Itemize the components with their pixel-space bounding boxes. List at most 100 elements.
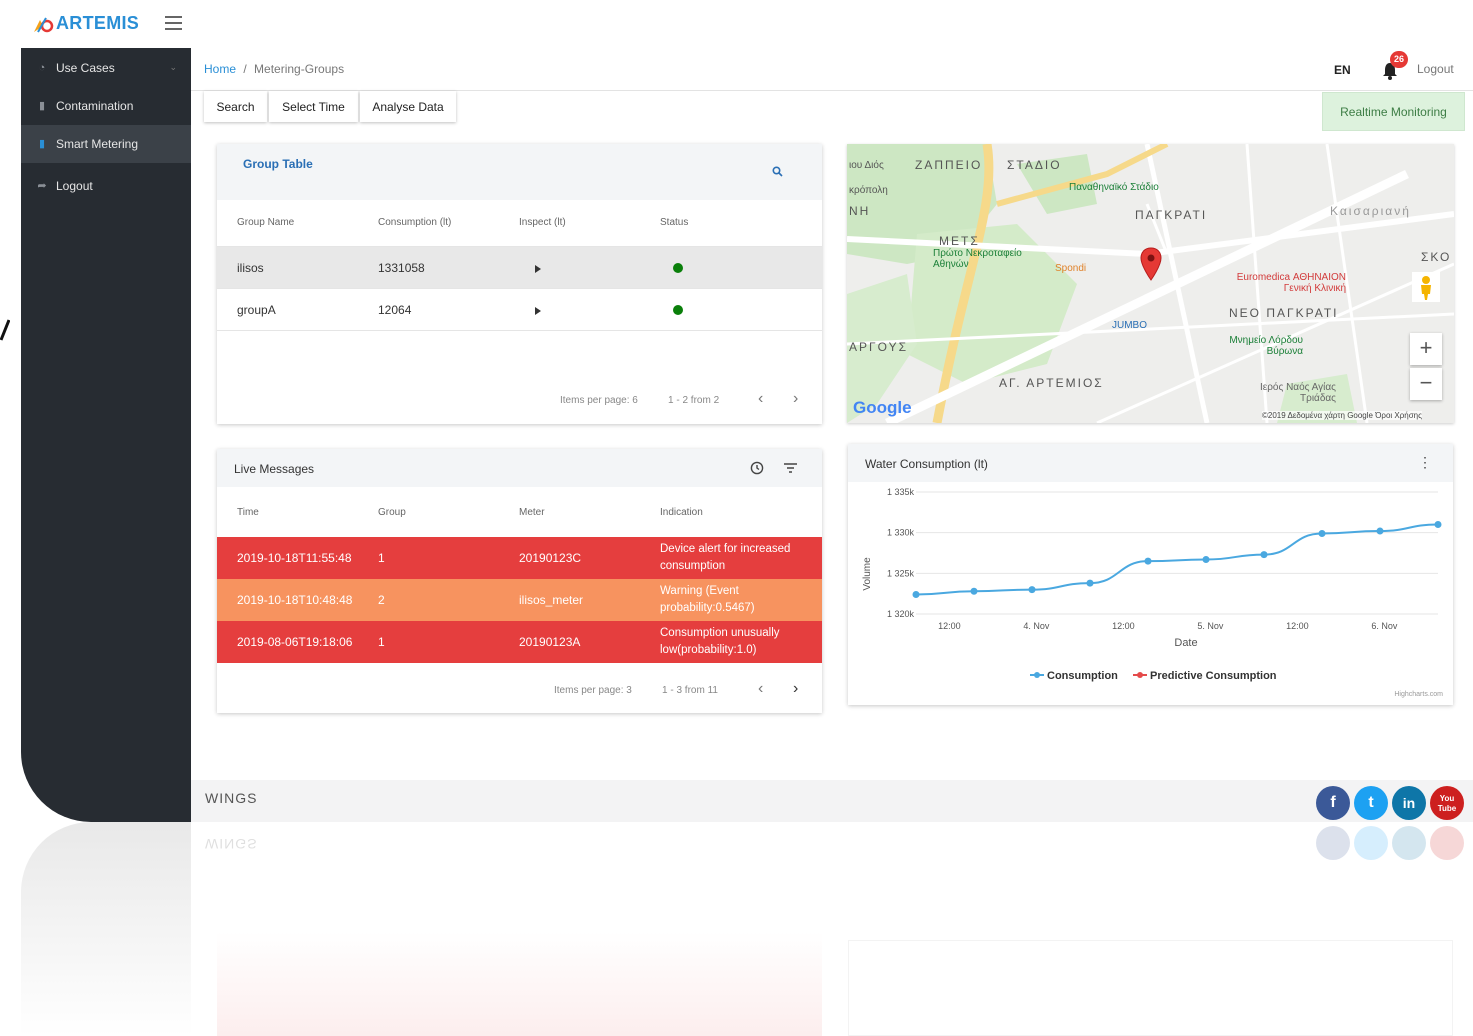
map-marker-icon[interactable] (1140, 247, 1162, 281)
sidebar: ◔ Use Cases ⌄ ▮ Contamination ▮ Smart Me… (21, 48, 191, 822)
select-time-button[interactable]: Select Time (269, 91, 358, 122)
app-logo[interactable]: ARTEMIS (32, 12, 139, 34)
sidebar-item-use-cases[interactable]: ◔ Use Cases ⌄ (21, 49, 191, 87)
logout-link[interactable]: Logout (1417, 62, 1454, 76)
map-poi[interactable]: Ιερός Ναός Αγίας Τριάδας (1250, 382, 1336, 404)
facebook-icon-reflection (1316, 826, 1350, 860)
sidebar-item-label: Use Cases (56, 61, 115, 75)
app-name: ARTEMIS (56, 12, 140, 33)
status-dot (673, 305, 683, 315)
live-messages-title: Live Messages (234, 462, 315, 476)
chart-x-ticks: 12:00 4. Nov 12:00 5. Nov 12:00 6. Nov (938, 621, 1398, 631)
search-button[interactable]: Search (204, 91, 267, 122)
zoom-in-button[interactable]: + (1410, 333, 1442, 365)
menu-toggle-icon[interactable] (165, 16, 182, 30)
analyse-data-button[interactable]: Analyse Data (360, 91, 456, 122)
search-icon[interactable] (772, 166, 783, 177)
column-header[interactable]: Indication (660, 507, 703, 518)
column-header[interactable]: Group (378, 507, 406, 518)
group-name-cell: groupA (237, 303, 276, 317)
twitter-icon-reflection (1354, 826, 1388, 860)
next-page-icon[interactable]: › (793, 680, 798, 698)
map-poi[interactable]: Spondi (1055, 263, 1086, 274)
clock-icon[interactable] (750, 461, 764, 475)
map-poi[interactable]: Πρώτο Νεκροταφείο Αθηνών (933, 248, 1043, 270)
chart-data-point (1144, 557, 1152, 565)
page-reflection (217, 932, 822, 1036)
bar-chart-icon: ▮ (38, 138, 46, 150)
sidebar-item-label: Smart Metering (56, 137, 139, 151)
column-header[interactable]: Meter (519, 507, 545, 518)
message-row[interactable]: 2019-10-18T10:48:48 2 ilisos_meter Warni… (217, 579, 822, 621)
column-header[interactable]: Inspect (lt) (519, 217, 566, 228)
chart-data-point (1376, 527, 1384, 535)
facebook-icon[interactable]: f (1316, 786, 1350, 820)
map-view[interactable]: ΖΑΠΠΕΙΟ ΣΤΑΔΙΟ ΠΑΓΚΡΑΤΙ ΜΕΤΣ ΑΡΓΟΥΣ ΑΓ. … (847, 144, 1454, 423)
sidebar-item-smart-metering[interactable]: ▮ Smart Metering (21, 125, 191, 163)
group-table-title: Group Table (243, 157, 313, 171)
map-poi[interactable]: κρόπολη (849, 185, 888, 196)
breadcrumb-home-link[interactable]: Home (204, 62, 236, 76)
filter-icon[interactable] (784, 463, 797, 473)
sidebar-item-logout[interactable]: ➦ Logout (21, 167, 191, 205)
map-poi[interactable]: ΝΗ (849, 204, 870, 218)
street-view-pegman-icon[interactable] (1412, 272, 1440, 302)
play-icon[interactable] (535, 307, 541, 315)
breadcrumb: Home / Metering-Groups (204, 62, 344, 76)
map-poi[interactable]: JUMBO (1112, 320, 1147, 331)
more-menu-icon[interactable]: ⋮ (1418, 454, 1432, 471)
top-bar: ARTEMIS (0, 0, 1473, 48)
language-selector[interactable]: EN (1334, 63, 1351, 77)
map-poi[interactable]: ιου Διός (849, 160, 884, 171)
group-table-card: Group Table Group Name Consumption (lt) … (217, 144, 822, 424)
consumption-chart: 1 320k1 325k1 330k1 335k 12:00 4. Nov 12:0… (862, 487, 1443, 698)
indication-cell: Consumption unusually low(probability:1.… (660, 627, 780, 656)
items-per-page[interactable]: Items per page: 3 (554, 685, 632, 696)
items-per-page[interactable]: Items per page: 6 (560, 395, 638, 406)
meter-cell: ilisos_meter (519, 593, 584, 607)
map-poi[interactable]: Μνημείο Λόρδου Βύρωνα (1215, 335, 1303, 357)
map-poi[interactable]: Euromedica ΑΘΗΝΑΙΟΝ Γενική Κλινική (1226, 272, 1346, 294)
table-row[interactable]: ilisos 1331058 (217, 247, 822, 289)
card-header: Live Messages (217, 449, 822, 487)
legend-item-label: Consumption (1047, 670, 1118, 682)
message-row[interactable]: 2019-08-06T19:18:06 1 20190123A Consumpt… (217, 621, 822, 663)
decorative-glyph (0, 319, 10, 341)
time-cell: 2019-08-06T19:18:06 (237, 635, 353, 649)
chart-x-tick-label: 12:00 (1112, 621, 1135, 631)
chart-card-title: Water Consumption (lt) (865, 457, 988, 471)
column-header[interactable]: Group Name (237, 217, 294, 228)
chart-x-tick-label: 12:00 (1286, 621, 1309, 631)
map-label: ΣΤΑΔΙΟ (1007, 158, 1062, 172)
twitter-icon[interactable]: t (1354, 786, 1388, 820)
bar-chart-icon: ▮ (38, 100, 46, 112)
previous-page-icon[interactable]: ‹ (758, 680, 763, 698)
message-row[interactable]: 2019-10-18T11:55:48 1 20190123C Device a… (217, 537, 822, 579)
sidebar-item-label: Logout (56, 179, 93, 193)
table-row[interactable]: groupA 12064 (217, 289, 822, 331)
next-page-icon[interactable]: › (793, 390, 798, 408)
sidebar-item-contamination[interactable]: ▮ Contamination (21, 87, 191, 125)
group-cell: 2 (378, 593, 385, 607)
chart-credit: Highcharts.com (1394, 691, 1443, 698)
map-label: ΜΕΤΣ (939, 234, 980, 248)
realtime-monitoring-button[interactable]: Realtime Monitoring (1322, 92, 1465, 131)
group-cell: 1 (378, 635, 385, 649)
map-label: ΝΕΟ ΠΑΓΚΡΑΤΙ (1229, 306, 1339, 320)
play-icon[interactable] (535, 265, 541, 273)
zoom-out-button[interactable]: − (1410, 368, 1442, 400)
previous-page-icon[interactable]: ‹ (758, 390, 763, 408)
app-window: ARTEMIS ◔ Use Cases ⌄ ▮ Contamination ▮ … (0, 0, 1473, 1036)
help-circle-icon: ◔ (38, 62, 46, 74)
card-header: Water Consumption (lt) ⋮ (848, 444, 1453, 482)
water-consumption-card: Water Consumption (lt) ⋮ 1 320k 1 325k 1 3… (848, 444, 1453, 705)
column-header[interactable]: Status (660, 217, 688, 228)
linkedin-icon[interactable]: in (1392, 786, 1426, 820)
column-header[interactable]: Time (237, 507, 259, 518)
map-poi[interactable]: Παναθηναϊκό Στάδιο (1069, 182, 1159, 193)
chevron-down-icon: ⌄ (169, 62, 177, 72)
map-credits[interactable]: ©2019 Δεδομένα χάρτη Google Όροι Χρήσης (1262, 411, 1422, 420)
chart-y-tick-label: 1 330k (887, 528, 915, 538)
column-header[interactable]: Consumption (lt) (378, 217, 451, 228)
youtube-icon[interactable]: You Tube (1430, 786, 1464, 820)
